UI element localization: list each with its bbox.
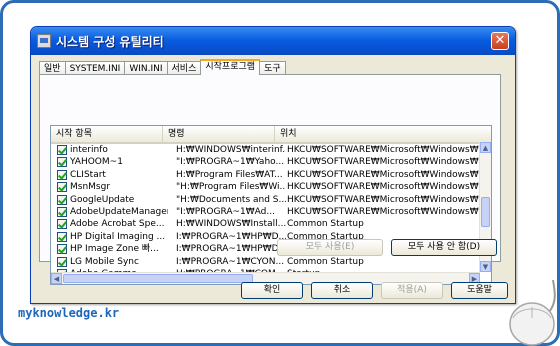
startup-item-command: "H:₩Documents and S... bbox=[176, 194, 286, 205]
table-row[interactable]: AdobeUpdateManager "I:₩PROGRA~1₩Ad... HKCU… bbox=[51, 206, 481, 218]
enable-checkbox[interactable] bbox=[57, 169, 67, 180]
horizontal-scroll-thumb[interactable] bbox=[63, 274, 253, 283]
scroll-up-icon[interactable]: ▲ bbox=[480, 142, 491, 153]
column-header-location[interactable]: 위치 bbox=[275, 126, 491, 142]
disable-all-button[interactable]: 모두 사용 안 함(D) bbox=[391, 239, 497, 256]
column-header-item[interactable]: 시작 항목 bbox=[51, 126, 163, 142]
window-title: 시스템 구성 유틸리티 bbox=[56, 35, 164, 49]
startup-item-command: I:₩PROGRA~1₩HP₩D... bbox=[176, 231, 286, 242]
startup-item-command: H:₩WINDOWS₩interinf... bbox=[176, 145, 286, 155]
startup-item-command: I:₩PROGRA~1₩HP₩D... bbox=[176, 244, 286, 255]
startup-item-name: CLIStart bbox=[70, 169, 106, 180]
apply-button[interactable]: 적용(A) bbox=[381, 282, 443, 299]
startup-item-name: GoogleUpdate bbox=[70, 194, 135, 205]
startup-item-name: AdobeUpdateManager bbox=[70, 206, 168, 217]
startup-item-command: I:₩PROGRA~1₩CYON... bbox=[176, 256, 285, 267]
enable-checkbox[interactable] bbox=[57, 145, 67, 155]
startup-item-location: HKCU₩SOFTWARE₩Microsoft₩Windows₩Curren..… bbox=[287, 145, 481, 155]
cancel-button[interactable]: 취소 bbox=[311, 282, 373, 299]
startup-item-command: "I:₩PROGRA~1₩Ad... bbox=[176, 206, 275, 217]
mouse-icon bbox=[509, 280, 556, 346]
startup-item-name: HP Digital Imaging ... bbox=[70, 231, 166, 242]
enable-checkbox[interactable] bbox=[57, 206, 67, 217]
startup-item-location: HKCU₩SOFTWARE₩Microsoft₩Windows₩Curren..… bbox=[287, 194, 481, 205]
startup-item-location: Common Startup bbox=[287, 219, 364, 230]
table-row[interactable]: YAHOOM~1 "I:₩PROGRA~1₩Yaho... HKCU₩SOFTWAR… bbox=[51, 156, 481, 168]
table-row[interactable]: LG Mobile Sync I:₩PROGRA~1₩CYON... Common … bbox=[51, 256, 481, 268]
startup-item-location: Common Startup bbox=[287, 256, 364, 267]
table-row[interactable]: MsnMsgr "H:₩Program Files₩Wi... HKCU₩SOFTW… bbox=[51, 181, 481, 193]
system-configuration-window: 시스템 구성 유틸리티 ✕ 일반 SYSTEM.INI WIN.INI 서비스 … bbox=[30, 26, 516, 304]
startup-item-name: LG Mobile Sync bbox=[70, 256, 139, 267]
enable-checkbox[interactable] bbox=[57, 182, 67, 193]
ok-button[interactable]: 확인 bbox=[241, 282, 303, 299]
startup-item-command: H:₩Program Files₩AT... bbox=[176, 169, 283, 180]
vertical-scroll-thumb[interactable] bbox=[481, 197, 490, 227]
tab-startup[interactable]: 시작프로그램 bbox=[200, 59, 261, 75]
startup-item-location: HKCU₩SOFTWARE₩Microsoft₩Windows₩Curren..… bbox=[287, 157, 481, 168]
close-button[interactable]: ✕ bbox=[491, 32, 509, 50]
table-row[interactable]: interinfo H:₩WINDOWS₩interinf... HKCU₩SOFT… bbox=[51, 144, 481, 156]
list-rows: interinfo H:₩WINDOWS₩interinf... HKCU₩SOFT… bbox=[51, 144, 481, 280]
startup-item-command: "H:₩Program Files₩Wi... bbox=[176, 182, 286, 193]
startup-item-command: "I:₩PROGRA~1₩Yaho... bbox=[176, 157, 285, 168]
enable-checkbox[interactable] bbox=[57, 244, 67, 255]
table-row[interactable]: GoogleUpdate "H:₩Documents and S... HKCU₩S… bbox=[51, 194, 481, 206]
startup-item-location: HKCU₩SOFTWARE₩Microsoft₩Windows₩Curren..… bbox=[287, 169, 481, 180]
enable-checkbox[interactable] bbox=[57, 219, 67, 230]
column-header-command[interactable]: 명령 bbox=[163, 126, 275, 142]
table-row[interactable]: Adobe Acrobat Spe... H:₩WINDOWS₩Install..… bbox=[51, 218, 481, 230]
app-icon bbox=[37, 34, 51, 48]
list-header: 시작 항목 명령 위치 bbox=[51, 126, 491, 144]
table-row[interactable]: CLIStart H:₩Program Files₩AT... HKCU₩SOFTW… bbox=[51, 169, 481, 181]
tab-panel: 시작 항목 명령 위치 interinfo H:₩WINDOWS₩interinf… bbox=[39, 74, 501, 285]
startup-item-location: HKCU₩SOFTWARE₩Microsoft₩Windows₩Curren..… bbox=[287, 182, 481, 193]
help-button[interactable]: 도움말 bbox=[451, 282, 508, 299]
startup-item-name: MsnMsgr bbox=[70, 182, 111, 193]
startup-item-name: Adobe Acrobat Spe... bbox=[70, 219, 165, 230]
startup-item-command: H:₩WINDOWS₩Install... bbox=[176, 219, 286, 230]
tab-strip: 일반 SYSTEM.INI WIN.INI 서비스 시작프로그램 도구 bbox=[39, 59, 286, 76]
scroll-down-icon[interactable]: ▼ bbox=[480, 261, 491, 272]
enable-checkbox[interactable] bbox=[57, 256, 67, 267]
scroll-left-icon[interactable]: ◀ bbox=[51, 273, 62, 284]
title-bar[interactable]: 시스템 구성 유틸리티 ✕ bbox=[31, 27, 515, 55]
enable-all-button[interactable]: 모두 사용(E) bbox=[277, 239, 383, 256]
startup-item-name: YAHOOM~1 bbox=[70, 157, 123, 168]
enable-checkbox[interactable] bbox=[57, 157, 67, 168]
enable-checkbox[interactable] bbox=[57, 231, 67, 242]
startup-item-location: HKCU₩SOFTWARE₩Microsoft₩Windows₩Curren..… bbox=[287, 206, 481, 217]
watermark-text: myknowledge.kr bbox=[18, 306, 120, 320]
startup-item-name: HP Image Zone 빠... bbox=[70, 244, 159, 255]
startup-item-name: interinfo bbox=[70, 145, 108, 155]
enable-checkbox[interactable] bbox=[57, 194, 67, 205]
startup-list: 시작 항목 명령 위치 interinfo H:₩WINDOWS₩interinf… bbox=[50, 125, 492, 285]
